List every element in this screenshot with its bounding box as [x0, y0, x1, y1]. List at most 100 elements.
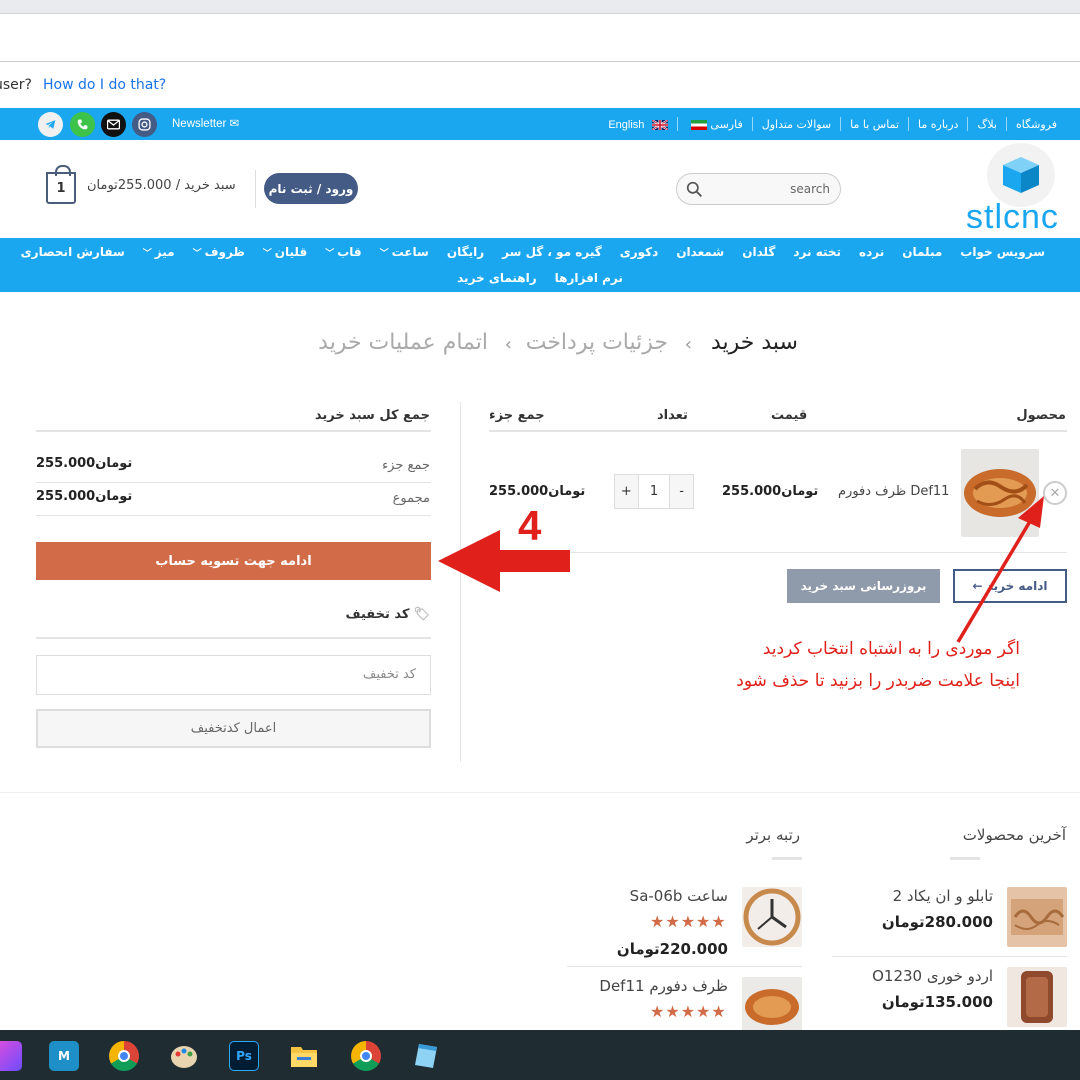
nav-item-buying-guide[interactable]: راهنمای خرید	[448, 271, 546, 289]
latest-products-title: آخرین محصولات	[962, 826, 1066, 844]
totals-total-label: مجموع	[392, 491, 430, 506]
top-link-shop[interactable]: فروشگاه	[1007, 118, 1066, 131]
product-price: 255.000تومان	[722, 484, 819, 499]
info-question: user?	[0, 77, 32, 93]
latest-item-name[interactable]: اردو خوری O1230	[872, 967, 993, 985]
nav-item-7[interactable]: گیره مو ، گل سر	[493, 245, 611, 263]
apply-coupon-button[interactable]: اعمال کدتخفیف	[36, 709, 431, 748]
coupon-input[interactable]: کد تخفیف	[36, 655, 431, 695]
paint-icon[interactable]	[169, 1041, 199, 1071]
top-link-about[interactable]: درباره ما	[909, 118, 967, 131]
lang-farsi[interactable]: فارسی	[678, 118, 752, 131]
annotation-arrow-diagonal-icon	[956, 496, 1044, 643]
product-thumbnail[interactable]	[742, 887, 802, 947]
widget-title-rule	[950, 857, 980, 860]
nav-item-11[interactable]: قلیان﹀	[254, 245, 316, 263]
nav-row-1: سرویس خواب مبلمان نرده تخته نرد گلدان شمعدان د…	[12, 245, 1054, 263]
login-button[interactable]: ورود / ثبت نام	[264, 173, 358, 204]
nav-item-label: قاب	[337, 245, 362, 259]
search-icon[interactable]	[686, 181, 703, 198]
browser-tab-strip	[0, 0, 1080, 14]
nav-item-label: تخته نرد	[793, 245, 842, 259]
nav-item-label: شمعدان	[676, 245, 725, 259]
proceed-to-checkout-button[interactable]: ادامه جهت تسویه حساب	[36, 542, 431, 580]
nav-item-label: نرده	[859, 245, 885, 259]
product-thumbnail[interactable]	[1007, 967, 1067, 1027]
cart-icon[interactable]: 1	[46, 165, 76, 204]
totals-subtotal-value: 255.000تومان	[36, 456, 133, 471]
update-cart-button[interactable]: بروزرسانی سبد خرید	[787, 569, 940, 603]
coupon-title: کد تخفیف	[345, 607, 410, 622]
logo-text[interactable]: stlcnc	[966, 198, 1059, 237]
telegram-icon[interactable]	[38, 112, 63, 137]
nav-item-12[interactable]: ظروف﹀	[184, 245, 254, 263]
top-rated-item-price: 220.000تومان	[616, 940, 728, 958]
widget-title-rule	[772, 857, 802, 860]
step-cart[interactable]: سبد خرید	[711, 330, 798, 355]
footer-divider	[0, 792, 1080, 793]
top-bar: Newsletter ✉ فروشگاه بلاگ درباره ما تماس…	[0, 108, 1080, 140]
nav-item-5[interactable]: شمعدان	[667, 245, 733, 263]
search-input[interactable]: search	[676, 173, 841, 205]
nav-item-label: ظروف	[204, 245, 245, 259]
copilot-icon[interactable]	[0, 1041, 22, 1071]
nav-item-14[interactable]: سفارش انحصاری	[12, 245, 134, 263]
nav-item-4[interactable]: گلدان	[733, 245, 784, 263]
photoshop-icon[interactable]: Ps	[229, 1041, 259, 1071]
main-nav: سرویس خواب مبلمان نرده تخته نرد گلدان شمعدان د…	[0, 238, 1080, 292]
newsletter-link[interactable]: Newsletter ✉	[172, 108, 239, 140]
product-thumbnail[interactable]	[1007, 887, 1067, 947]
qty-decrease-button[interactable]: -	[669, 475, 693, 508]
iran-flag-icon	[690, 119, 707, 130]
annotation-text: اگر موردی را به اشتباه انتخاب کردید اینج…	[670, 633, 1020, 697]
product-name[interactable]: ظرف دفورم Def11	[838, 484, 949, 499]
nav-item-10[interactable]: قاب﹀	[316, 245, 370, 263]
nav-item-label: قلیان	[274, 245, 308, 259]
qty-increase-button[interactable]: +	[615, 475, 639, 508]
chrome-profile-icon[interactable]	[351, 1041, 381, 1071]
phone-icon[interactable]	[70, 112, 95, 137]
top-rated-item-name[interactable]: ظرف دفورم Def11	[599, 977, 728, 995]
quantity-stepper[interactable]: + 1 -	[614, 474, 694, 509]
lang-english[interactable]: English	[599, 118, 677, 131]
nav-item-3[interactable]: تخته نرد	[784, 245, 850, 263]
nav-item-9[interactable]: ساعت﹀	[371, 245, 438, 263]
notepad-icon[interactable]	[411, 1041, 441, 1071]
nav-item-13[interactable]: میز﹀	[134, 245, 184, 263]
search-placeholder: search	[790, 182, 830, 196]
nav-item-software[interactable]: نرم افزارها	[546, 271, 632, 289]
instagram-icon[interactable]	[132, 112, 157, 137]
qty-input[interactable]: 1	[639, 475, 670, 508]
latest-item-price: 135.000تومان	[881, 993, 993, 1011]
nav-item-label: دکوری	[619, 245, 659, 259]
lang-english-label: English	[608, 118, 645, 131]
email-icon[interactable]	[101, 112, 126, 137]
header-quantity: تعداد	[657, 408, 688, 423]
step-checkout[interactable]: جزئیات پرداخت	[526, 330, 668, 355]
step-chevron-icon: ›	[684, 334, 692, 355]
product-thumbnail[interactable]	[742, 977, 802, 1037]
totals-total-value: 255.000تومان	[36, 489, 133, 504]
cart-summary[interactable]: سبد خرید / 255.000تومان	[87, 178, 236, 193]
top-link-faq[interactable]: سوالات متداول	[753, 118, 840, 131]
envelope-icon: ✉	[229, 118, 240, 130]
nav-item-6[interactable]: دکوری	[611, 245, 668, 263]
file-explorer-icon[interactable]	[289, 1041, 319, 1071]
chevron-down-icon: ﹀	[379, 249, 389, 259]
nav-item-0[interactable]: سرویس خواب	[951, 245, 1054, 263]
m-aya-icon[interactable]: M	[49, 1041, 79, 1071]
nav-item-1[interactable]: مبلمان	[893, 245, 951, 263]
latest-item-price: 280.000تومان	[881, 913, 993, 931]
totals-row-rule	[36, 515, 431, 516]
annotation-line-2: اینجا علامت ضربدر را بزنید تا حذف شود	[736, 671, 1020, 691]
nav-item-2[interactable]: نرده	[850, 245, 893, 263]
top-link-contact[interactable]: تماس با ما	[841, 118, 908, 131]
top-link-blog[interactable]: بلاگ	[968, 118, 1005, 131]
top-rated-item-name[interactable]: ساعت Sa-06b	[630, 887, 728, 905]
latest-item-name[interactable]: تابلو و ان یکاد 2	[893, 887, 993, 905]
browser-info-bar: user? How do I do that?	[0, 62, 1080, 108]
chrome-icon[interactable]	[109, 1041, 139, 1071]
how-do-i-link[interactable]: How do I do that?	[43, 62, 166, 108]
nav-item-8[interactable]: رایگان	[438, 245, 493, 263]
tag-icon: 🏷	[413, 607, 430, 622]
